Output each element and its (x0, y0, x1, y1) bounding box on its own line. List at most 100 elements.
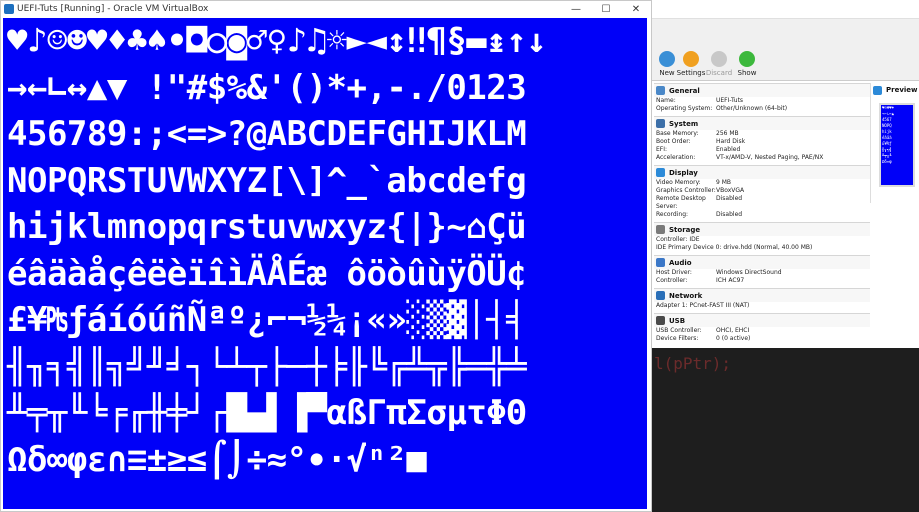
usb-title: USB (669, 316, 686, 325)
detail-key: Controller: (656, 277, 688, 284)
detail-key: EFI: (656, 146, 668, 153)
detail-value: VT-x/AMD-V, Nested Paging, PAE/NX (716, 154, 824, 161)
minimize-button[interactable]: — (561, 1, 591, 17)
detail-key: Recording: (656, 211, 689, 218)
settings-button[interactable]: Settings (676, 51, 706, 77)
detail-key: Host Driver: (656, 269, 692, 276)
detail-key: USB Controller: (656, 327, 702, 334)
detail-row: Boot Order: Hard Disk (654, 138, 870, 146)
display-title: Display (669, 168, 698, 177)
detail-row: Adapter 1: PCnet-FAST III (NAT) (654, 302, 870, 310)
detail-value: IDE Primary Device 0: drive.hdd (Normal,… (656, 244, 813, 251)
general-header[interactable]: General (654, 83, 870, 97)
vm-display[interactable]: ♥♪☺☻♥♦♣♠•◘○◙♂♀♪♫☼►◄↕‼¶§▬↨↑↓ →←∟↔▲▼ !"#$%… (3, 18, 647, 509)
detail-key: Device Filters: (656, 335, 699, 342)
vm-text-line: NOPQRSTUVWXYZ[\]^_`abcdefg (7, 160, 527, 201)
preview-icon (873, 85, 882, 95)
preview-header[interactable]: Preview (871, 83, 918, 97)
network-header[interactable]: Network (654, 288, 870, 302)
discard-button[interactable]: Discard (704, 51, 734, 77)
vm-text-line: →←∟↔▲▼ !"#$%&'()*+,-./0123 (7, 67, 527, 108)
usb-icon (656, 316, 665, 325)
display-icon (656, 168, 665, 177)
show-label: Show (737, 69, 757, 77)
detail-value: Controller: IDE (656, 236, 700, 243)
detail-value: 9 MB (716, 179, 732, 186)
detail-value: Disabled (716, 211, 743, 218)
vm-text-line: hijklmnopqrstuvwxyz{|}~⌂Çü (7, 207, 527, 247)
discard-label: Discard (705, 69, 733, 77)
maximize-button[interactable]: ☐ (591, 1, 621, 17)
detail-row: Recording: Disabled (654, 211, 870, 219)
detail-value: VBoxVGA (716, 187, 745, 194)
preview-thumbnail: ♥☺☻♥♦ →←∟↔▲ 4567 NOPQ hijk éâäà £¥₧ƒ ╢╖╕… (879, 103, 915, 187)
storage-title: Storage (669, 225, 701, 234)
vm-window-title: UEFI-Tuts [Running] - Oracle VM VirtualB… (17, 4, 209, 14)
detail-row: USB Controller: OHCI, EHCI (654, 327, 870, 335)
detail-key: Video Memory: (656, 179, 701, 186)
preview-title: Preview (886, 86, 918, 94)
detail-value: Windows DirectSound (716, 269, 782, 276)
details-pane: General Name: UEFI-Tuts Operating System:… (652, 80, 919, 348)
network-icon (656, 291, 665, 300)
detail-row: Controller: IDE (654, 236, 870, 244)
detail-row: Operating System: Other/Unknown (64-bit) (654, 105, 870, 113)
detail-value: 256 MB (716, 130, 739, 137)
vm-text-line: Ωδ∞φε∩≡±≥≤⌠⌡÷≈°∙·√ⁿ²■ (7, 439, 427, 480)
manager-titlebar[interactable] (652, 0, 919, 18)
vm-window: UEFI-Tuts [Running] - Oracle VM VirtualB… (0, 0, 652, 512)
detail-row: EFI: Enabled (654, 146, 870, 154)
storage-icon (656, 225, 665, 234)
detail-value: UEFI-Tuts (716, 97, 744, 104)
usb-section: USB USB Controller: OHCI, EHCI Device Fil… (654, 313, 870, 346)
vm-text-line: £¥₧ƒáíóúñÑªº¿⌐¬½¼¡«»░▒▓│┤╡ (7, 300, 527, 340)
usb-header[interactable]: USB (654, 313, 870, 327)
detail-value: Other/Unknown (64-bit) (716, 105, 788, 112)
detail-key: Graphics Controller: (656, 187, 716, 194)
detail-row: Controller: ICH AC97 (654, 277, 870, 285)
settings-label: Settings (676, 69, 706, 77)
system-header[interactable]: System (654, 116, 870, 130)
detail-value: ICH AC97 (716, 277, 745, 284)
system-section: System Base Memory: 256 MB Boot Order: Har… (654, 116, 870, 165)
display-header[interactable]: Display (654, 165, 870, 179)
code-editor-background: l(pPtr); (652, 348, 919, 512)
audio-title: Audio (669, 258, 692, 267)
close-button[interactable]: ✕ (621, 1, 651, 17)
detail-key: Base Memory: (656, 130, 699, 137)
detail-value: Hard Disk (716, 138, 746, 145)
detail-value: OHCI, EHCI (716, 327, 750, 334)
audio-header[interactable]: Audio (654, 255, 870, 269)
detail-row: Device Filters: 0 (0 active) (654, 335, 870, 343)
detail-row: IDE Primary Device 0: drive.hdd (Normal,… (654, 244, 870, 252)
vm-text-line: éâäàåçêëèïîìÄÅÉæ ôöòûùÿÖÜ¢ (7, 253, 527, 294)
code-fragment: l(pPtr); (654, 354, 732, 373)
virtualbox-icon (4, 4, 14, 14)
show-button[interactable]: Show (732, 51, 762, 77)
storage-header[interactable]: Storage (654, 222, 870, 236)
display-section: Display Video Memory: 9 MB Graphics Contr… (654, 165, 870, 222)
preview-line: Ωδ∞φ (882, 159, 892, 164)
network-title: Network (669, 291, 703, 300)
vm-titlebar[interactable]: UEFI-Tuts [Running] - Oracle VM VirtualB… (1, 1, 651, 17)
show-arrow-icon (739, 51, 755, 67)
discard-arrow-icon (711, 51, 727, 67)
detail-value: Adapter 1: PCnet-FAST III (NAT) (656, 302, 750, 309)
vm-text-line: ╨╤╥╙╘╒╓╫╪┘┌█▄▌▐▀αßΓπΣσµτΦΘ (7, 393, 527, 433)
detail-value: Enabled (716, 146, 741, 153)
window-controls: — ☐ ✕ (561, 1, 651, 17)
general-title: General (669, 86, 700, 95)
detail-value: 0 (0 active) (716, 335, 751, 342)
general-section: General Name: UEFI-Tuts Operating System:… (654, 83, 870, 116)
gear-icon (683, 51, 699, 67)
detail-key: Remote Desktop Server: (656, 195, 706, 210)
detail-row: Remote Desktop Server: Disabled (654, 195, 870, 211)
general-icon (656, 86, 665, 95)
detail-key: Name: (656, 97, 676, 104)
detail-row: Graphics Controller: VBoxVGA (654, 187, 870, 195)
vm-text-line: ♥♪☺☻♥♦♣♠•◘○◙♂♀♪♫☼►◄↕‼¶§▬↨↑↓ (7, 21, 547, 61)
detail-row: Video Memory: 9 MB (654, 179, 870, 187)
audio-section: Audio Host Driver: Windows DirectSound Co… (654, 255, 870, 288)
network-section: Network Adapter 1: PCnet-FAST III (NAT) (654, 288, 870, 313)
vm-text-line: ╢╖╕╣║╗╝╜╛┐└┴┬├─┼╞╟╚╔╩╦╠═╬╧ (7, 346, 527, 387)
